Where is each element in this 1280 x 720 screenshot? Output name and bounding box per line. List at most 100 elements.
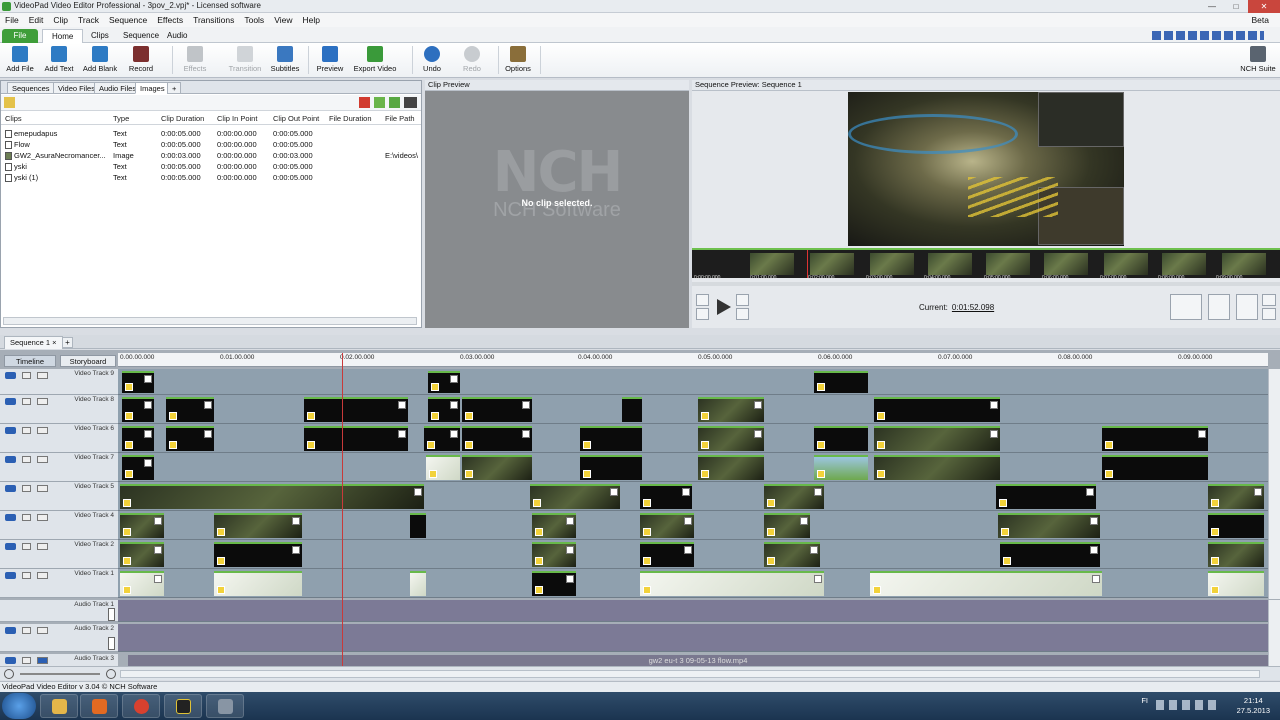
eye-icon[interactable] [5, 427, 16, 434]
track-options-icon[interactable] [37, 398, 48, 405]
close-button[interactable]: ✕ [1248, 0, 1280, 13]
timeline-clip[interactable] [1102, 455, 1208, 480]
undo-button[interactable]: Undo [418, 46, 446, 76]
list-item[interactable]: GW2_AsuraNecromancer... Image 0:00:03.00… [5, 151, 419, 162]
language-indicator[interactable]: FI [1141, 696, 1148, 705]
timeline-clip[interactable] [640, 484, 692, 509]
timeline-clip[interactable] [532, 571, 576, 596]
lock-icon[interactable] [22, 427, 31, 434]
col-file-path[interactable]: File Path [385, 114, 415, 123]
volume-slider[interactable] [108, 637, 115, 650]
track-options-icon[interactable] [37, 456, 48, 463]
add-sequence-button[interactable]: + [62, 337, 73, 348]
redo-button[interactable]: Redo [458, 46, 486, 76]
add-bin-button[interactable]: + [167, 82, 182, 94]
taskbar-app[interactable] [206, 694, 244, 718]
add-file-button[interactable]: Add File [4, 46, 36, 76]
eye-icon[interactable] [5, 372, 16, 379]
timeline-clip[interactable] [640, 542, 694, 567]
delete-icon[interactable] [359, 97, 370, 108]
menu-edit[interactable]: Edit [24, 15, 49, 25]
taskbar-chrome[interactable] [122, 694, 160, 718]
current-time-value[interactable]: 0:01:52.098 [952, 303, 994, 312]
undock-icon[interactable] [1236, 294, 1258, 320]
col-clip-duration[interactable]: Clip Duration [161, 114, 204, 123]
tab-clips[interactable]: Clips [82, 29, 118, 43]
track-options-icon[interactable] [37, 427, 48, 434]
timeline-clip[interactable] [214, 571, 302, 596]
subtitles-button[interactable]: Subtitles [268, 46, 302, 76]
timeline-clip[interactable] [214, 513, 302, 538]
system-tray-icons[interactable] [1156, 700, 1220, 710]
lock-icon[interactable] [22, 398, 31, 405]
lock-icon[interactable] [22, 456, 31, 463]
timeline-clip[interactable] [410, 513, 426, 538]
timeline-clip[interactable] [1208, 513, 1264, 538]
options-button[interactable]: Options [503, 46, 533, 76]
timeline-clip[interactable] [424, 426, 460, 451]
eye-icon[interactable] [5, 657, 16, 664]
timeline-clip[interactable] [120, 513, 164, 538]
timeline-clip[interactable] [1208, 484, 1264, 509]
eye-icon[interactable] [5, 398, 16, 405]
volume-slider[interactable] [108, 608, 115, 621]
zoom-out-icon[interactable] [4, 669, 14, 679]
timeline-clip[interactable] [640, 513, 694, 538]
lock-icon[interactable] [22, 627, 31, 634]
timeline-clip[interactable] [764, 484, 824, 509]
timeline-clip[interactable] [214, 542, 302, 567]
timeline-clip[interactable] [622, 397, 642, 422]
timeline-clip[interactable] [1102, 426, 1208, 451]
add-blank-button[interactable]: Add Blank [82, 46, 118, 76]
timeline-view-button[interactable]: Timeline [4, 355, 56, 367]
preview-filmstrip[interactable]: 0:00:00.000 0:01:00.000 0:02:00.000 0:03… [692, 248, 1280, 281]
timeline-clip[interactable] [814, 371, 868, 393]
timeline-clip[interactable] [698, 426, 764, 451]
menu-help[interactable]: Help [297, 15, 324, 25]
snapshot-icon[interactable] [1208, 294, 1230, 320]
eye-icon[interactable] [5, 543, 16, 550]
preview-button[interactable]: Preview [314, 46, 346, 76]
tab-file[interactable]: File [2, 29, 38, 43]
lock-icon[interactable] [22, 485, 31, 492]
mute-icon[interactable] [37, 627, 48, 634]
zoom-slider[interactable] [20, 673, 100, 675]
track-options-icon[interactable] [37, 543, 48, 550]
tab-video-files[interactable]: Video Files [53, 82, 100, 94]
timeline-ruler[interactable]: 0.00.00.000 0.01.00.000 0.02.00.000 0.03… [118, 353, 1268, 367]
export-video-button[interactable]: Export Video [352, 46, 398, 76]
audio-tracks-scrollbar[interactable] [1268, 600, 1280, 670]
import-icon[interactable] [389, 97, 400, 108]
menu-file[interactable]: File [0, 15, 24, 25]
menu-track[interactable]: Track [73, 15, 104, 25]
video-tracks-scrollbar[interactable] [1268, 369, 1280, 599]
track-options-icon[interactable] [37, 485, 48, 492]
timeline-clip[interactable] [764, 513, 810, 538]
timeline-clip[interactable] [120, 484, 424, 509]
lock-icon[interactable] [22, 572, 31, 579]
zoom-out-icon[interactable] [1262, 308, 1276, 320]
col-clips[interactable]: Clips [5, 114, 22, 123]
timeline-clip[interactable] [764, 542, 820, 567]
timeline-clip[interactable] [166, 426, 214, 451]
minimize-button[interactable]: — [1200, 0, 1224, 13]
tab-images[interactable]: Images [135, 82, 170, 94]
preview-playhead[interactable] [807, 250, 808, 278]
lock-icon[interactable] [22, 514, 31, 521]
timeline-clip[interactable] [814, 426, 868, 451]
menu-transitions[interactable]: Transitions [188, 15, 239, 25]
eye-icon[interactable] [5, 514, 16, 521]
timeline-clip[interactable] [304, 397, 408, 422]
bins-horizontal-scrollbar[interactable] [3, 317, 417, 325]
timeline-clip[interactable] [122, 455, 154, 480]
timeline-clip[interactable] [122, 397, 154, 422]
track-options-icon[interactable] [37, 372, 48, 379]
menu-clip[interactable]: Clip [48, 15, 73, 25]
taskbar-explorer[interactable] [40, 694, 78, 718]
preview-video-frame[interactable] [848, 92, 1124, 246]
view-mode-icon[interactable] [404, 97, 417, 108]
timeline-playhead[interactable] [342, 353, 343, 671]
track-options-icon[interactable] [37, 572, 48, 579]
eye-icon[interactable] [5, 485, 16, 492]
timeline-clip[interactable] [580, 455, 642, 480]
